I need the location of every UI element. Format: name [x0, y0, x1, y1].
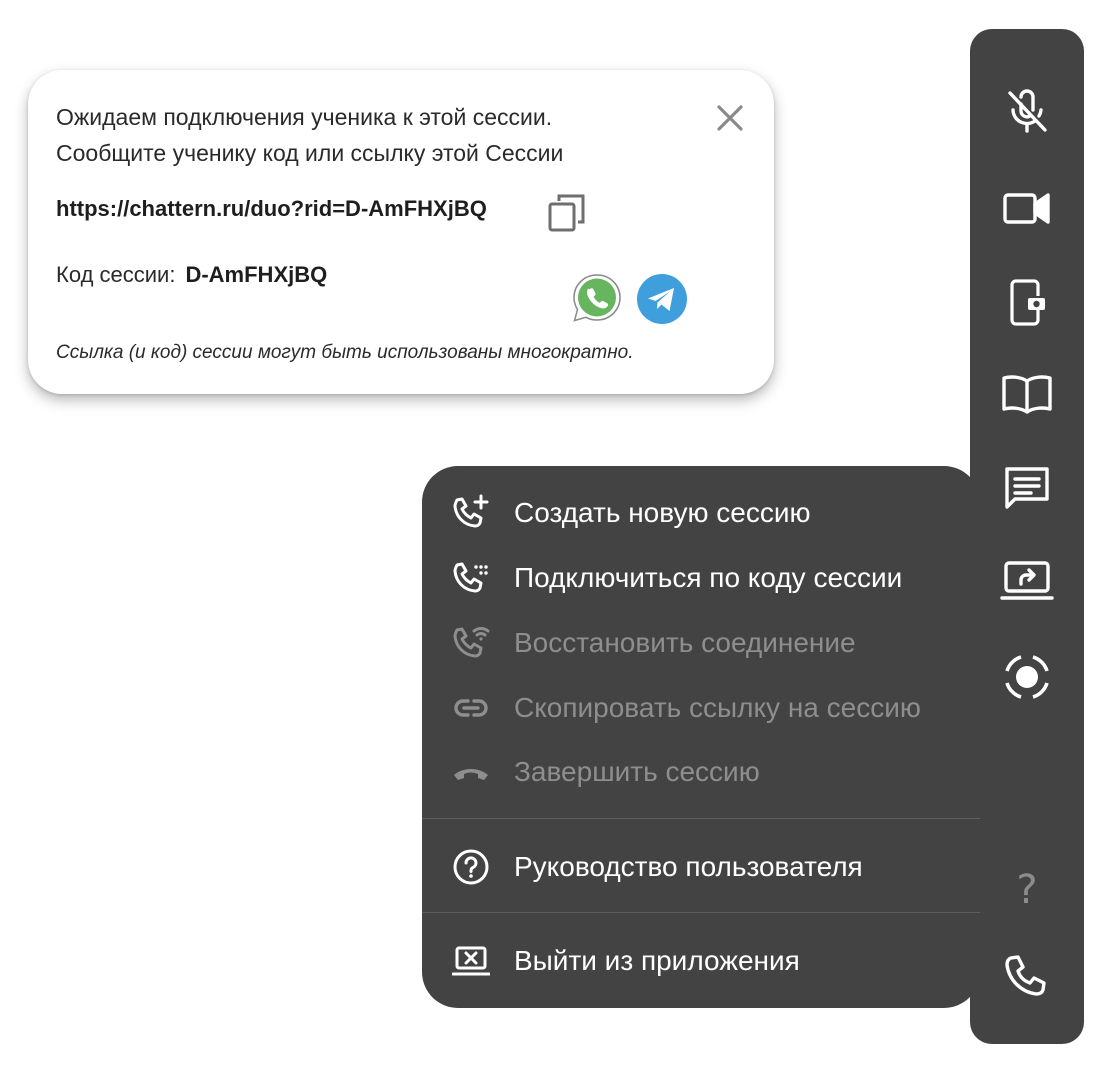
exit-app-icon: [451, 942, 491, 980]
menu-item-user-guide[interactable]: Руководство пользователя: [422, 836, 980, 896]
call-end-icon: [452, 753, 490, 791]
session-link[interactable]: https://chattern.ru/duo?rid=D-AmFHXjBQ: [56, 196, 487, 222]
menu-item-label: Скопировать ссылку на сессию: [514, 692, 921, 723]
menu-item-label: Подключиться по коду сессии: [514, 562, 903, 593]
menu-item-label: Руководство пользователя: [514, 851, 863, 882]
book-icon[interactable]: [997, 364, 1057, 424]
menu-item-copy-link[interactable]: Скопировать ссылку на сессию: [422, 677, 980, 737]
side-toolbar: ?: [970, 29, 1084, 1044]
help-circle-icon: [452, 848, 490, 886]
camera-icon[interactable]: [997, 178, 1057, 238]
session-menu: Создать новую сессию Подключиться по код…: [422, 466, 980, 1008]
session-code-row: Код сессии: D-AmFHXjBQ: [56, 262, 327, 288]
phone-wifi-icon: [452, 624, 490, 662]
record-icon[interactable]: [997, 647, 1057, 707]
reuse-note: Ссылка (и код) сессии могут быть использ…: [56, 342, 634, 363]
phone-camera-icon[interactable]: [997, 272, 1057, 332]
menu-item-label: Выйти из приложения: [514, 945, 800, 976]
menu-item-join-by-code[interactable]: Подключиться по коду сессии: [422, 547, 980, 607]
session-code-label: Код сессии:: [56, 262, 176, 287]
menu-item-create-session[interactable]: Создать новую сессию: [422, 482, 980, 542]
session-invite-card: Ожидаем подключения ученика к этой сесси…: [28, 70, 774, 394]
telegram-icon[interactable]: [636, 273, 688, 325]
phone-dialpad-icon: [452, 559, 490, 597]
menu-item-label: Завершить сессию: [514, 756, 760, 787]
phone-add-icon: [452, 494, 490, 532]
screen-share-icon[interactable]: [997, 550, 1057, 610]
menu-divider: [422, 912, 980, 913]
help-icon[interactable]: ?: [970, 867, 1084, 913]
invite-message-line-2: Сообщите ученику код или ссылку этой Сес…: [56, 140, 564, 166]
menu-item-end-session[interactable]: Завершить сессию: [422, 741, 980, 801]
copy-icon[interactable]: [545, 190, 589, 234]
menu-item-restore-connection[interactable]: Восстановить соединение: [422, 612, 980, 672]
invite-message-line-1: Ожидаем подключения ученика к этой сесси…: [56, 104, 553, 130]
session-code-value: D-AmFHXjBQ: [185, 262, 328, 287]
link-icon: [452, 689, 490, 727]
menu-item-label: Создать новую сессию: [514, 497, 811, 528]
mic-off-icon[interactable]: [997, 82, 1057, 142]
phone-icon[interactable]: [997, 946, 1057, 1006]
whatsapp-icon[interactable]: [571, 272, 623, 324]
chat-icon[interactable]: [997, 458, 1057, 518]
invite-message: Ожидаем подключения ученика к этой сесси…: [56, 99, 563, 171]
menu-item-exit-app[interactable]: Выйти из приложения: [422, 930, 980, 990]
menu-divider: [422, 818, 980, 819]
close-icon[interactable]: [710, 98, 750, 138]
menu-item-label: Восстановить соединение: [514, 627, 856, 658]
